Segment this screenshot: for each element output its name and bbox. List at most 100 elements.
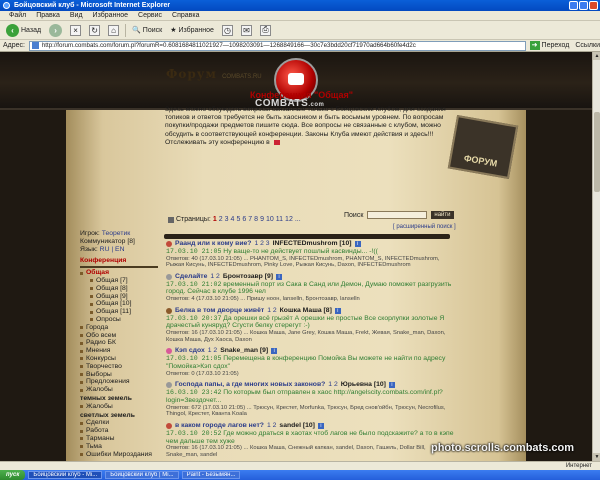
sidebar-item[interactable]: Сделки xyxy=(80,419,158,427)
taskbar-item[interactable]: Paint - Безымян... xyxy=(181,471,241,479)
user-info-icon[interactable]: i xyxy=(276,273,283,280)
forward-button[interactable]: › xyxy=(47,23,64,38)
topic-author[interactable]: Кошка Маша [8] xyxy=(280,307,332,315)
minimize-button[interactable] xyxy=(569,1,578,10)
scroll-thumb[interactable] xyxy=(594,112,600,192)
page-link[interactable]: 3 xyxy=(225,216,229,223)
user-info-icon[interactable]: i xyxy=(317,422,324,429)
topic-pages[interactable]: 1 2 xyxy=(208,347,217,355)
topic-title[interactable]: Белка в том дворце живёт xyxy=(175,307,264,315)
topic-title[interactable]: Кэп сдох xyxy=(175,347,205,355)
search-input[interactable] xyxy=(367,211,428,219)
scroll-up-icon[interactable]: ▲ xyxy=(593,52,600,60)
menu-file[interactable]: Файл xyxy=(4,11,31,20)
conference-section-title: Конференция xyxy=(80,257,127,265)
topic-author[interactable]: sandel [10] xyxy=(279,422,315,430)
menu-favorites[interactable]: Избранное xyxy=(88,11,133,20)
advanced-search-link[interactable]: [ расширенный поиск ] xyxy=(393,224,456,230)
mail-icon[interactable] xyxy=(273,139,280,145)
search-button[interactable]: 🔍 Поиск xyxy=(130,23,164,38)
user-info-icon[interactable]: i xyxy=(334,307,341,314)
favorites-button[interactable]: ★ Избранное xyxy=(168,23,216,38)
user-info-icon[interactable]: i xyxy=(388,382,395,389)
maximize-button[interactable] xyxy=(579,1,588,10)
links-button[interactable]: Ссылки xyxy=(575,42,600,49)
stop-button[interactable]: × xyxy=(68,23,83,38)
scroll-down-icon[interactable]: ▼ xyxy=(593,453,600,461)
topic-author[interactable]: Бронтозавр [9] xyxy=(223,273,273,281)
sidebar-item[interactable]: Творчество xyxy=(80,363,158,371)
page-link[interactable]: ... xyxy=(295,216,301,223)
sidebar-item[interactable]: Общая [7] xyxy=(80,277,158,285)
page-link[interactable]: 12 xyxy=(285,216,293,223)
home-button[interactable]: ⌂ xyxy=(106,23,121,38)
history-button[interactable]: ◷ xyxy=(220,23,235,38)
topic-title[interactable]: Сделайте xyxy=(175,273,207,281)
topic-pages[interactable]: 1 2 3 xyxy=(254,240,269,248)
sidebar-item[interactable]: Тьма xyxy=(80,443,158,451)
sidebar-item[interactable]: Ошибки Мироздания xyxy=(80,451,158,459)
back-button[interactable]: ‹ Назад xyxy=(4,23,43,38)
topic-icon xyxy=(166,273,172,280)
page-link[interactable]: 9 xyxy=(260,216,264,223)
menu-tools[interactable]: Сервис xyxy=(133,11,167,20)
topic-pages[interactable]: 1 2 xyxy=(267,307,276,315)
topic-date: 16.03.10 23:42 xyxy=(166,389,222,397)
page-link[interactable]: 8 xyxy=(254,216,258,223)
page-link[interactable]: 10 xyxy=(266,216,274,223)
sidebar-item[interactable]: Мнения xyxy=(80,347,158,355)
sidebar-item[interactable]: Жалобы xyxy=(80,386,158,394)
close-button[interactable] xyxy=(589,1,598,10)
sidebar-item[interactable]: Обо всем xyxy=(80,332,158,340)
topic-author[interactable]: INFECTEDmushrom [10] xyxy=(273,240,352,248)
sidebar-item[interactable]: Жалобы xyxy=(80,403,158,411)
topic-author[interactable]: Юрьевна [10] xyxy=(341,381,386,389)
go-button[interactable]: ➜ Переход xyxy=(529,41,569,50)
page-link[interactable]: 5 xyxy=(236,216,240,223)
sidebar-item[interactable]: Работа xyxy=(80,427,158,435)
language-switch[interactable]: RU | EN xyxy=(100,246,125,253)
topic-title[interactable]: в каком городе лагов нет? xyxy=(175,422,264,430)
game-link[interactable]: Теоретик xyxy=(102,230,131,237)
sidebar-item[interactable]: Опросы xyxy=(80,316,158,324)
sidebar-item[interactable]: Выборы xyxy=(80,371,158,379)
sidebar-item[interactable]: Общая [10] xyxy=(80,300,158,308)
page-scrollbar[interactable]: ▲ ▼ xyxy=(592,52,600,461)
taskbar-item[interactable]: Бойцовский клуб | Mi... xyxy=(105,471,179,479)
user-info-icon[interactable]: i xyxy=(354,240,361,247)
page-link[interactable]: 1 xyxy=(213,216,217,223)
sidebar-item[interactable]: Радио БК xyxy=(80,339,158,347)
topic-pages[interactable]: 1 2 xyxy=(210,273,219,281)
menu-edit[interactable]: Правка xyxy=(31,11,65,20)
sidebar-item[interactable]: Общая xyxy=(80,269,158,277)
menu-help[interactable]: Справка xyxy=(167,11,204,20)
language-label: Язык: xyxy=(80,245,98,253)
mail-button[interactable]: ✉ xyxy=(239,23,254,38)
topic-pages[interactable]: 1 2 xyxy=(328,381,337,389)
sidebar-item[interactable]: Общая [8] xyxy=(80,285,158,293)
page-link[interactable]: 2 xyxy=(219,216,223,223)
sidebar-item[interactable]: Предложения xyxy=(80,378,158,386)
sidebar-item[interactable]: Города xyxy=(80,324,158,332)
refresh-button[interactable]: ↻ xyxy=(87,23,102,38)
site-header: COMBATS.com xyxy=(0,52,592,110)
start-button[interactable]: пуск xyxy=(0,470,26,480)
menu-view[interactable]: Вид xyxy=(65,11,88,20)
address-input[interactable]: http://forum.combats.com/forum.pl?forumR… xyxy=(28,40,526,51)
print-button[interactable]: ⎙ xyxy=(258,23,273,38)
topic-pages[interactable]: 1 2 xyxy=(267,422,276,430)
page-link[interactable]: 7 xyxy=(248,216,252,223)
user-info-icon[interactable]: i xyxy=(271,348,278,355)
sidebar-item[interactable]: Конкурсы xyxy=(80,355,158,363)
topic-author[interactable]: Snake_man [9] xyxy=(220,347,268,355)
sidebar-item[interactable]: Общая [11] xyxy=(80,308,158,316)
page-link[interactable]: 11 xyxy=(276,216,283,223)
page-link[interactable]: 6 xyxy=(242,216,246,223)
forum-title[interactable]: Форум COMBATS.RU xyxy=(166,67,262,81)
page-link[interactable]: 4 xyxy=(231,216,235,223)
taskbar-item[interactable]: Бойцовский клуб - Mi... xyxy=(28,471,103,479)
search-button[interactable]: найти xyxy=(431,211,454,219)
topic-title[interactable]: Господа папы, а где многих новых законов… xyxy=(175,381,325,389)
topic-title[interactable]: Раанд или к кому вие? xyxy=(175,240,251,248)
sidebar-item[interactable]: Тарманы xyxy=(80,435,158,443)
